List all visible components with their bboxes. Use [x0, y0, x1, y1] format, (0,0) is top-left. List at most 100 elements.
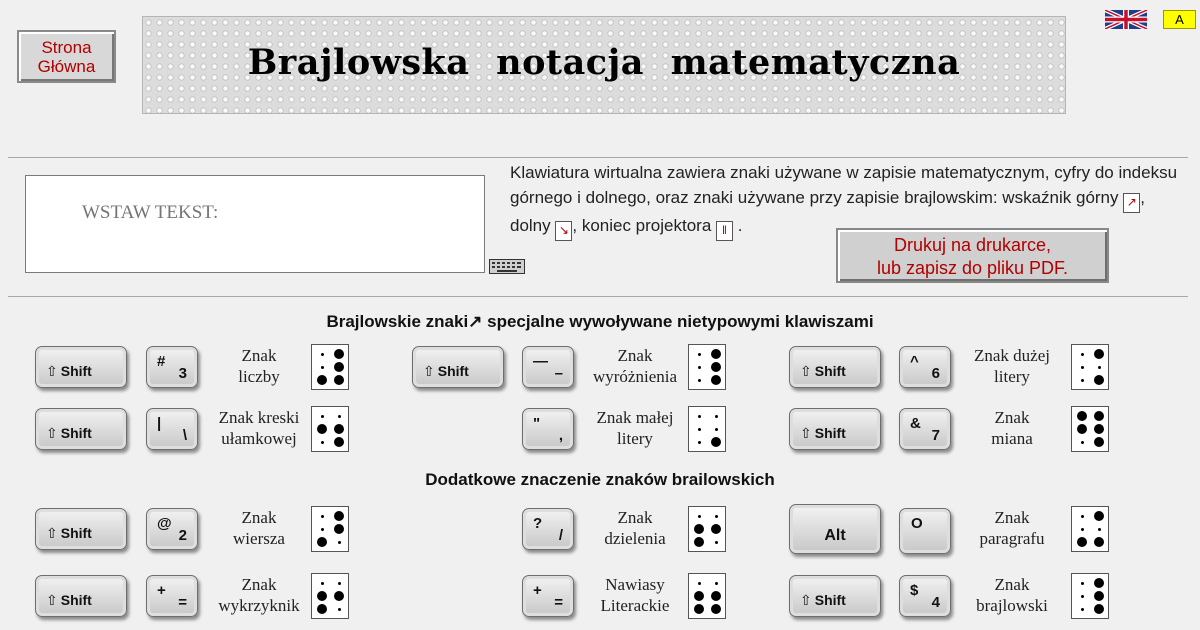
description-text-3: dolny [510, 216, 551, 235]
section-special-keys-title: Brajlowskie znaki↗ specjalne wywoływane … [326, 312, 874, 331]
braille-dot-flat [697, 365, 701, 369]
char-key-paragrafu[interactable]: O [899, 508, 951, 554]
sign-label-line: Znak [241, 346, 277, 365]
braille-dot-flat [1097, 527, 1101, 531]
braille-cell-literackie [688, 573, 726, 619]
english-flag-icon[interactable] [1105, 10, 1147, 29]
braille-dot-raised [1094, 437, 1104, 447]
braille-cell-kreski [311, 406, 349, 452]
char-key-liczby[interactable]: #3 [146, 346, 198, 388]
sign-label-wykrzyknik: Znak wykrzyknik [209, 574, 309, 616]
braille-dot-raised [1094, 375, 1104, 385]
braille-dot-flat [320, 440, 324, 444]
braille-dot-raised [711, 604, 721, 614]
braille-dot-flat [1080, 440, 1084, 444]
projector-end-symbol[interactable]: ‖ [716, 221, 734, 241]
page-title: Brajlowska notacja matematyczna [247, 42, 961, 83]
braille-dot-raised [334, 424, 344, 434]
braille-dot-flat [714, 581, 718, 585]
sign-label-line: Znak [241, 575, 277, 594]
description-text-5: . [737, 216, 743, 235]
shift-arrow-icon: ⇧ [800, 592, 812, 608]
upper-indicator-symbol[interactable]: ↗ [1123, 193, 1141, 213]
text-input[interactable] [25, 175, 485, 273]
braille-dot-flat [1097, 365, 1101, 369]
shift-key-label: ⇧ Shift [800, 363, 846, 380]
char-key-wyroznienia[interactable]: — – [522, 346, 574, 388]
key-bottom-char: 2 [178, 527, 187, 544]
shift-key-label: ⇧ Shift [800, 592, 846, 609]
braille-dot-flat [1080, 352, 1084, 356]
braille-cell-paragrafu [1071, 506, 1109, 552]
shift-key[interactable]: ⇧ Shift [789, 575, 881, 617]
char-key-dzielenia[interactable]: ? / [522, 508, 574, 550]
keyboard-icon[interactable] [489, 259, 525, 279]
home-button-line1: Strona [41, 37, 92, 57]
braille-dot-raised [1094, 604, 1104, 614]
braille-dot-raised [1077, 537, 1087, 547]
home-button[interactable]: Strona Główna [17, 30, 116, 83]
key-bottom-char: 7 [931, 427, 940, 444]
char-key-wykrzyknik[interactable]: + = [146, 575, 198, 617]
sign-label-liczby: Znak liczby [209, 345, 309, 387]
shift-key-label: ⇧ Shift [46, 592, 92, 609]
lower-indicator-symbol[interactable]: ↘ [555, 221, 573, 241]
braille-dot-flat [320, 365, 324, 369]
shift-key[interactable]: ⇧ Shift [35, 508, 127, 550]
sign-label-line: dzielenia [604, 529, 666, 548]
char-key-miana[interactable]: & 7 [899, 408, 951, 450]
braille-dot-raised [317, 375, 327, 385]
sign-label-line: Znak [617, 508, 653, 527]
char-key-duzej[interactable]: ^ 6 [899, 346, 951, 388]
braille-dot-raised [1077, 411, 1087, 421]
shift-text: Shift [814, 592, 846, 608]
braille-dot-raised [694, 524, 704, 534]
braille-dot-raised [1094, 591, 1104, 601]
braille-dot-raised [317, 604, 327, 614]
braille-dot-raised [1094, 349, 1104, 359]
braille-dot-raised [1094, 411, 1104, 421]
char-key-kreski[interactable]: | \ [146, 408, 198, 450]
braille-dot-flat [320, 514, 324, 518]
shift-key[interactable]: ⇧ Shift [35, 575, 127, 617]
braille-dot-flat [1080, 527, 1084, 531]
braille-cell-wiersza [311, 506, 349, 552]
braille-cell-duzej [1071, 344, 1109, 390]
braille-dot-raised [317, 537, 327, 547]
char-key-brajlowski[interactable]: $4 [899, 575, 951, 617]
key-bottom-char: 3 [178, 365, 187, 382]
shift-key[interactable]: ⇧ Shift [35, 346, 127, 388]
sign-label-paragrafu: Znak paragrafu [962, 507, 1062, 549]
braille-dot-raised [711, 349, 721, 359]
shift-arrow-icon: ⇧ [46, 363, 58, 379]
braille-dot-raised [694, 537, 704, 547]
char-key-malej[interactable]: ", [522, 408, 574, 450]
shift-arrow-icon: ⇧ [800, 425, 812, 441]
shift-key[interactable]: ⇧ Shift [789, 346, 881, 388]
sign-label-duzej: Znak dużej litery [962, 345, 1062, 387]
print-pdf-button[interactable]: Drukuj na drukarce, lub zapisz do pliku … [836, 228, 1109, 283]
braille-dot-raised [711, 524, 721, 534]
char-key-wiersza[interactable]: @2 [146, 508, 198, 550]
key-top-char: " [533, 415, 541, 432]
braille-dot-raised [1094, 424, 1104, 434]
shift-key[interactable]: ⇧ Shift [412, 346, 504, 388]
key-bottom-char: = [554, 594, 563, 611]
key-bottom-char: 4 [931, 594, 940, 611]
braille-dot-flat [320, 527, 324, 531]
braille-dot-flat [320, 414, 324, 418]
contrast-button[interactable]: A [1163, 10, 1196, 29]
shift-key[interactable]: ⇧ Shift [789, 408, 881, 450]
print-button-line1: Drukuj na drukarce, [893, 235, 1052, 255]
braille-cell-miana [1071, 406, 1109, 452]
alt-key[interactable]: Alt [789, 504, 881, 554]
sign-label-kreski: Znak kreski ułamkowej [209, 407, 309, 449]
key-top-char: — [533, 353, 548, 370]
sign-label-line: Znak małej [596, 408, 674, 427]
shift-key[interactable]: ⇧ Shift [35, 408, 127, 450]
char-key-literackie[interactable]: + = [522, 575, 574, 617]
shift-key-label: ⇧ Shift [800, 425, 846, 442]
braille-cell-liczby [311, 344, 349, 390]
key-char: O [911, 515, 923, 532]
braille-dot-raised [334, 511, 344, 521]
